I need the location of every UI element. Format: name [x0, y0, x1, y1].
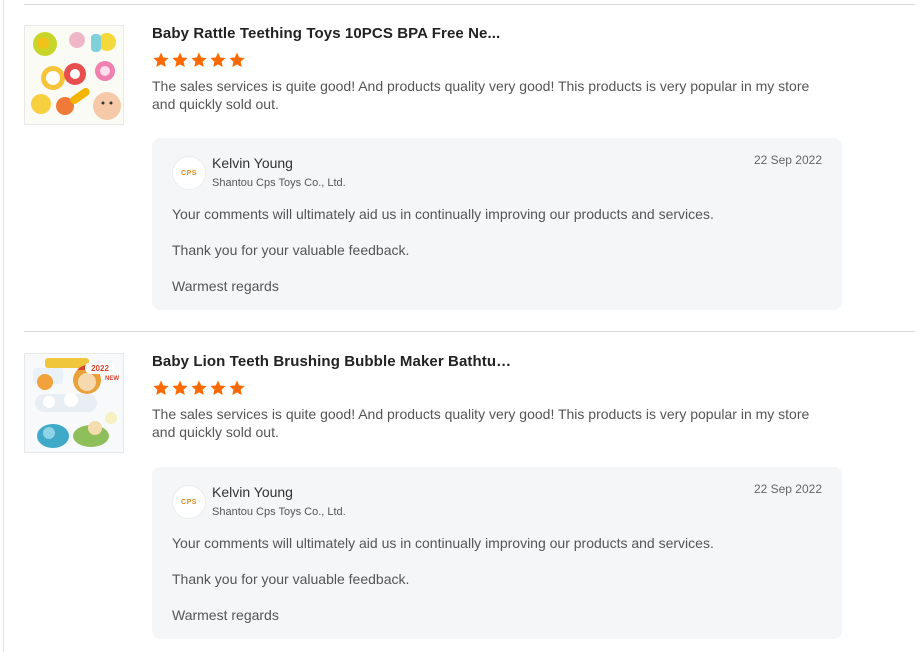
reply-date: 22 Sep 2022	[753, 482, 822, 496]
review-text: The sales services is quite good! And pr…	[152, 406, 810, 440]
badge-new-text: NEW	[105, 376, 119, 382]
seller-avatar: CPS	[172, 485, 206, 519]
seller-avatar: CPS	[172, 156, 206, 190]
reply-author: Kelvin Young	[212, 155, 293, 171]
avatar-logo-text: CPS	[181, 169, 197, 177]
reply-company: Shantou Cps Toys Co., Ltd.	[212, 177, 346, 189]
star-icon	[229, 380, 245, 396]
star-icon	[172, 52, 188, 68]
left-border	[3, 0, 4, 652]
reply-line: Your comments will ultimately aid us in …	[172, 535, 714, 551]
seller-reply: CPS Kelvin Young Shantou Cps Toys Co., L…	[152, 467, 842, 639]
avatar-logo-text: CPS	[181, 498, 197, 506]
star-icon	[210, 52, 226, 68]
reply-line: Thank you for your valuable feedback.	[172, 242, 410, 258]
reply-line: Thank you for your valuable feedback.	[172, 571, 410, 587]
review-divider	[24, 331, 915, 332]
reply-date: 22 Sep 2022	[753, 153, 822, 167]
star-icon	[172, 380, 188, 396]
review-text: The sales services is quite good! And pr…	[152, 78, 810, 112]
product-title-link[interactable]: Baby Lion Teeth Brushing Bubble Maker Ba…	[152, 353, 512, 370]
reply-line: Your comments will ultimately aid us in …	[172, 206, 714, 222]
star-icon	[191, 52, 207, 68]
star-icon	[153, 380, 169, 396]
seller-reply: CPS Kelvin Young Shantou Cps Toys Co., L…	[152, 138, 842, 310]
badge-2022-text: 2022	[91, 364, 109, 373]
star-icon	[229, 52, 245, 68]
star-icon	[153, 52, 169, 68]
reply-author: Kelvin Young	[212, 484, 293, 500]
star-icon	[210, 380, 226, 396]
product-thumbnail[interactable]	[24, 25, 124, 125]
star-rating	[152, 379, 246, 397]
reply-company: Shantou Cps Toys Co., Ltd.	[212, 506, 346, 518]
product-title-link[interactable]: Baby Rattle Teething Toys 10PCS BPA Free…	[152, 25, 512, 42]
reply-line: Warmest regards	[172, 607, 279, 623]
star-icon	[191, 380, 207, 396]
reply-line: Warmest regards	[172, 278, 279, 294]
product-thumbnail[interactable]: 2022 NEW	[24, 353, 124, 453]
top-divider	[24, 4, 915, 5]
star-rating	[152, 51, 246, 69]
